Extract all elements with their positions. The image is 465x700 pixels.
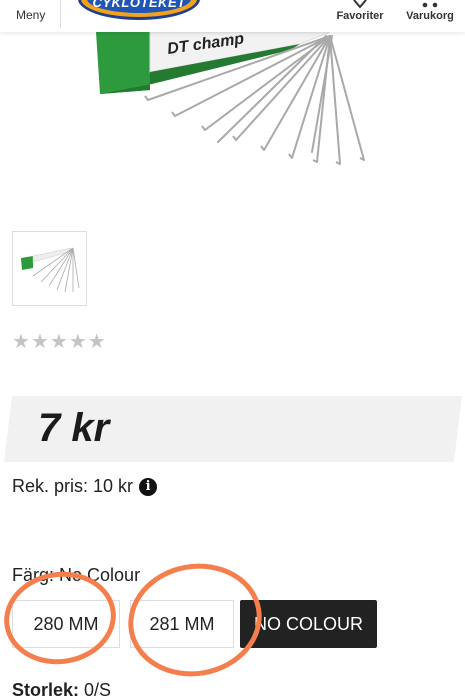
star-icon: ★ xyxy=(68,331,87,353)
header-divider xyxy=(60,0,61,28)
cart-icon xyxy=(402,0,458,10)
favorites-button[interactable]: Favoriter xyxy=(332,0,388,22)
menu-button[interactable]: Meny xyxy=(16,8,45,22)
star-icon: ★ xyxy=(12,331,30,353)
logo-text: CYKLOTEKET xyxy=(92,0,186,10)
star-icon: ★ xyxy=(30,331,49,353)
cart-label: Varukorg xyxy=(406,10,454,22)
color-value: No Colour xyxy=(59,565,141,585)
site-header: Meny CYKLOTEKET Favoriter Varukorg xyxy=(0,0,465,32)
size-value: 0/S xyxy=(84,680,112,700)
size-attribute: Storlek: 0/S xyxy=(12,680,111,700)
product-thumbnail[interactable] xyxy=(12,231,87,306)
heart-icon xyxy=(332,0,388,10)
site-logo[interactable]: CYKLOTEKET xyxy=(78,0,200,20)
color-label: Färg: xyxy=(12,565,55,585)
star-icon: ★ xyxy=(49,331,68,353)
recommended-price-label: Rek. pris: 10 kr xyxy=(12,476,134,496)
star-icon: ★ xyxy=(87,331,106,353)
favorites-label: Favoriter xyxy=(336,10,384,22)
option-no-colour[interactable]: NO COLOUR xyxy=(240,600,377,648)
size-label: Storlek: xyxy=(12,680,80,700)
option-281mm[interactable]: 281 MM xyxy=(130,600,234,648)
recommended-price: Rek. pris: 10 kr i xyxy=(12,476,158,497)
product-image[interactable]: DT champ xyxy=(0,32,465,202)
option-280mm[interactable]: 280 MM xyxy=(12,600,120,648)
info-icon[interactable]: i xyxy=(139,477,158,496)
product-price: 7 kr xyxy=(38,406,110,450)
rating-stars: ★ ★ ★ ★ ★ xyxy=(12,332,106,352)
cart-button[interactable]: Varukorg xyxy=(402,0,458,22)
color-attribute: Färg: No Colour xyxy=(12,565,140,586)
